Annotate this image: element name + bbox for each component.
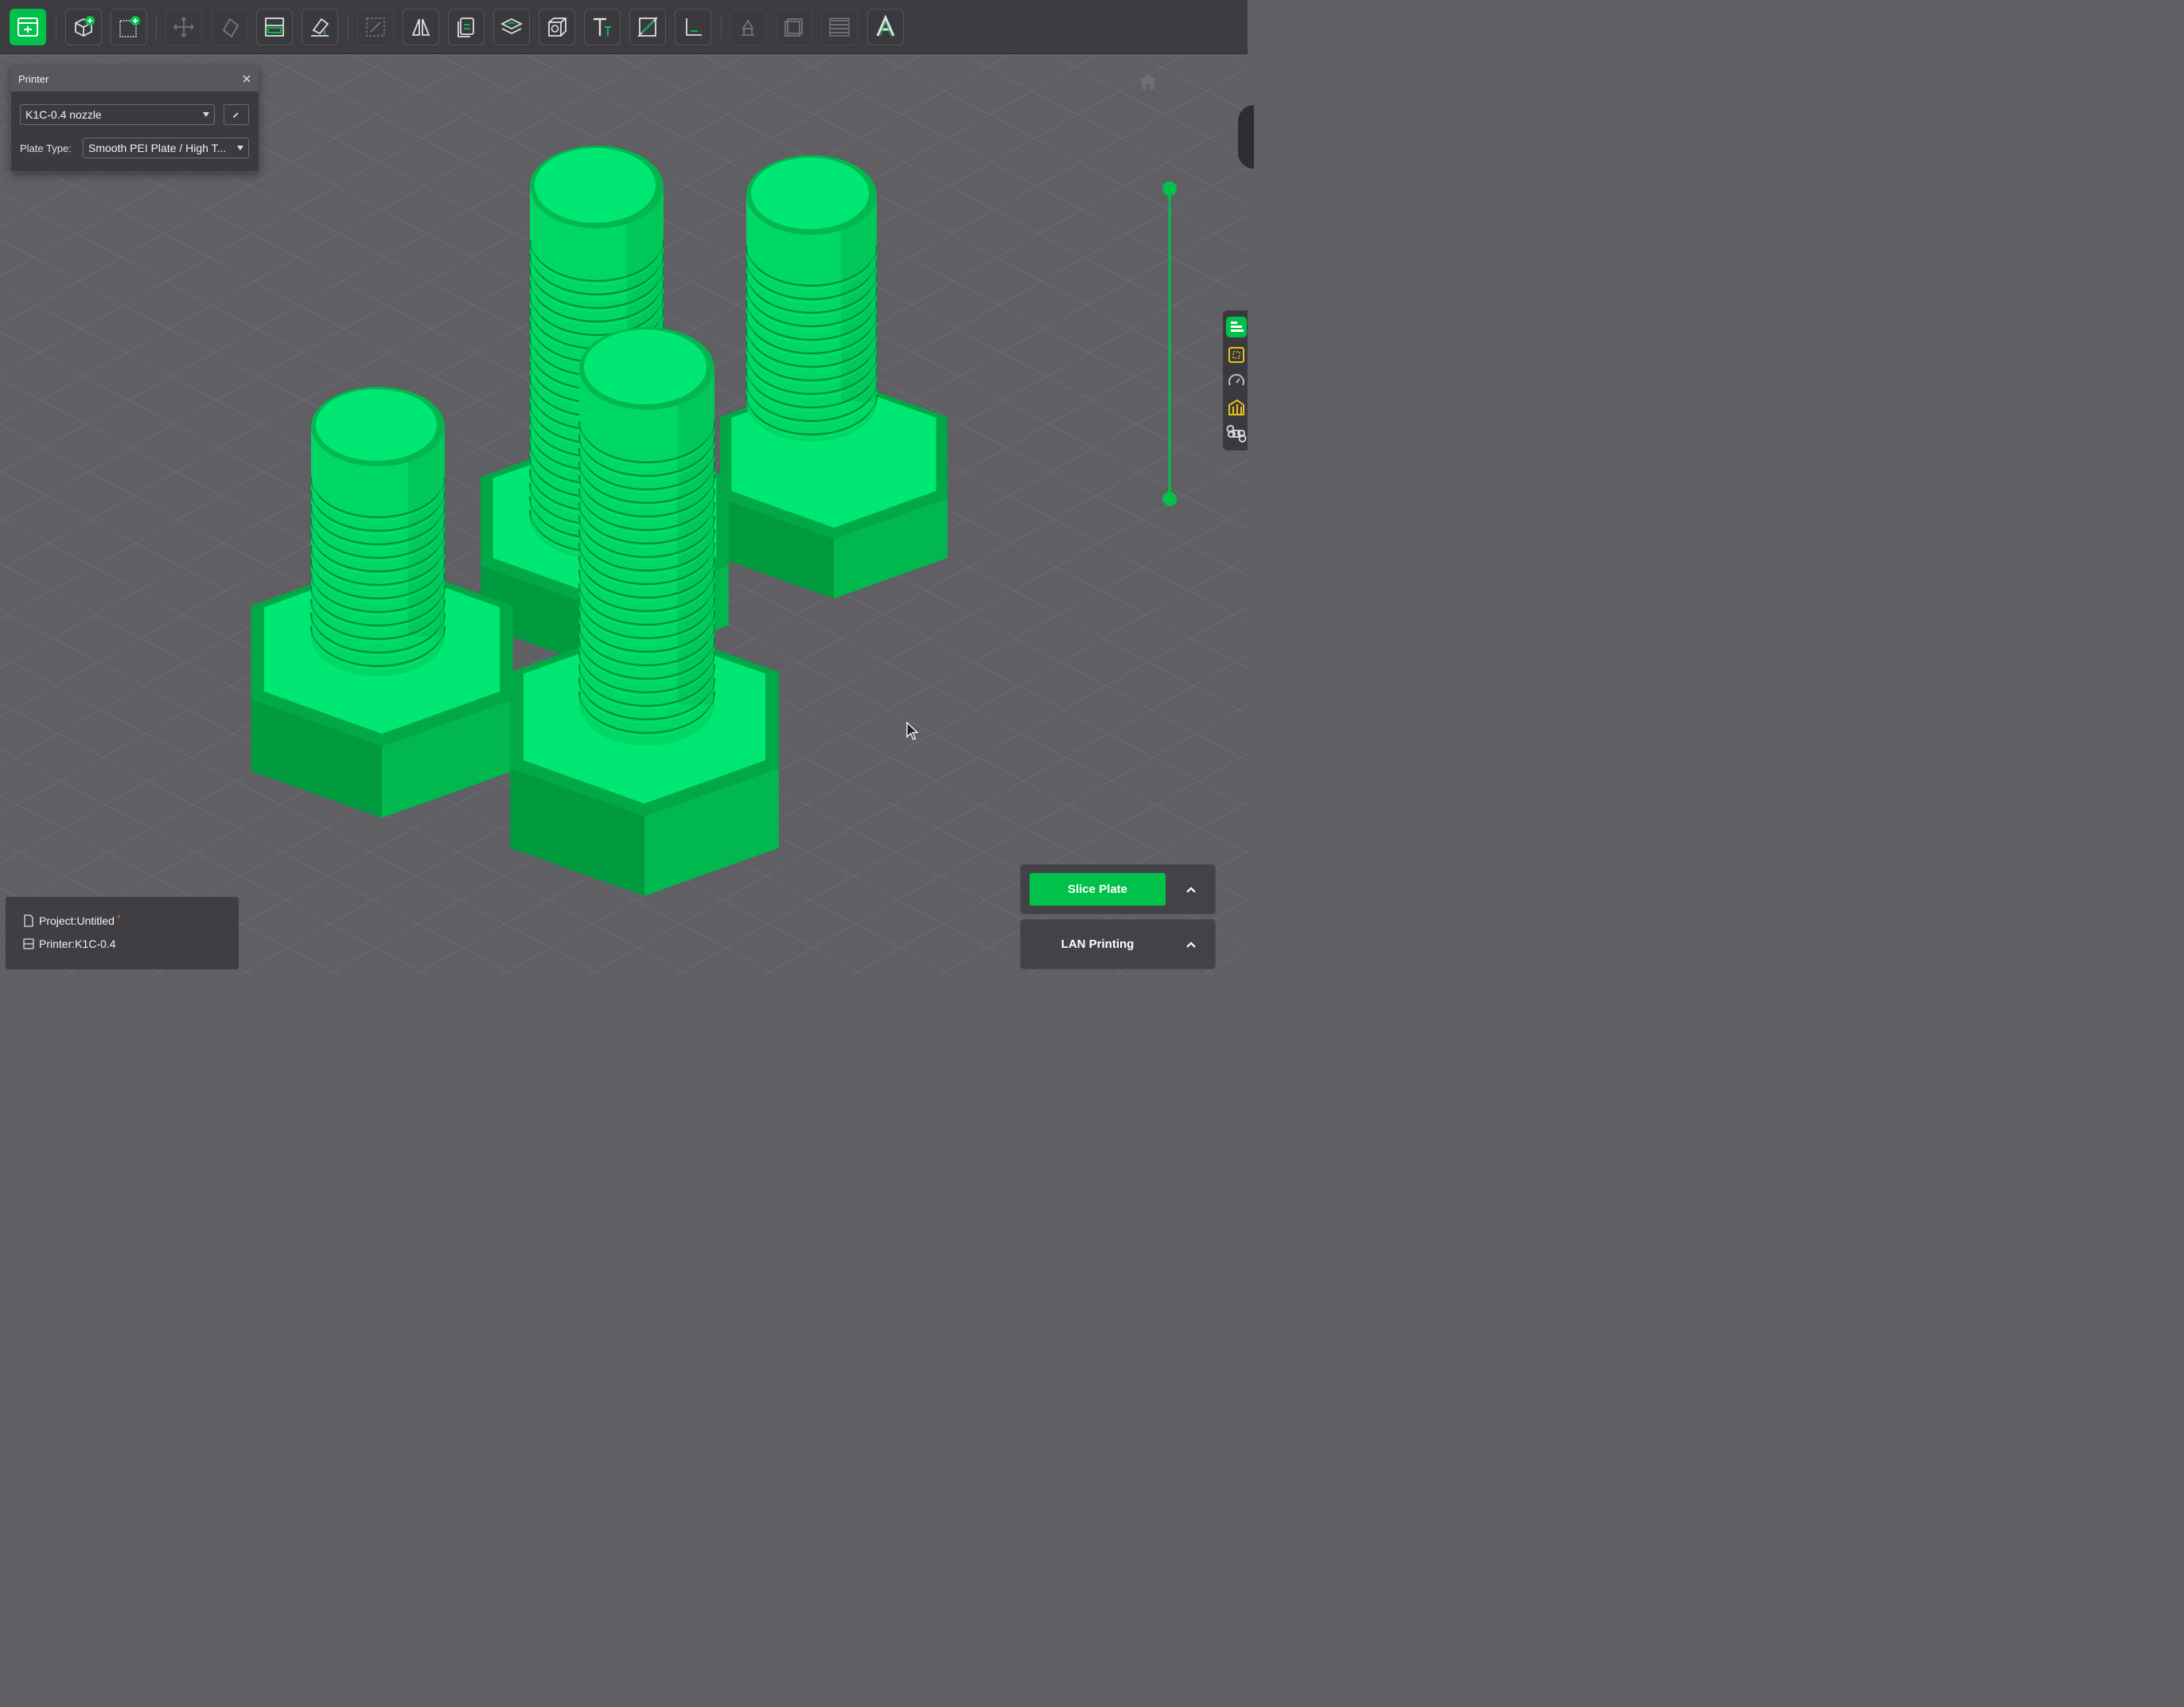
slice-plate-button[interactable]: Slice Plate xyxy=(1030,873,1166,906)
rotate-button[interactable] xyxy=(212,9,248,45)
printer-select[interactable]: K1C-0.4 nozzle xyxy=(20,104,215,125)
plate-type-label: Plate Type: xyxy=(20,142,72,154)
cut-button[interactable] xyxy=(629,9,666,45)
objects-list-icon[interactable] xyxy=(1226,317,1247,337)
support-paint-icon xyxy=(742,19,754,36)
unsaved-marker: * xyxy=(116,913,121,924)
file-icon xyxy=(24,914,33,927)
chevron-up-icon[interactable] xyxy=(1180,937,1202,952)
project-info-panel: Project:Untitled * Printer:K1C-0.4 xyxy=(6,897,239,969)
lay-on-face-button[interactable] xyxy=(302,9,338,45)
plate-bounds-icon[interactable] xyxy=(1226,345,1247,365)
mirror-button[interactable] xyxy=(403,9,439,45)
printer-panel-title: Printer xyxy=(18,72,49,85)
speed-gauge-icon[interactable] xyxy=(1226,371,1247,392)
threaded-shaft[interactable] xyxy=(578,327,716,746)
add-object-button[interactable] xyxy=(65,9,102,45)
arrange-button[interactable] xyxy=(256,9,293,45)
printer-icon xyxy=(23,938,34,949)
printer-panel: Printer K1C-0.4 nozzle Plate Type: Smoot… xyxy=(10,65,259,172)
prepare-view-button[interactable] xyxy=(10,9,46,45)
chevron-down-icon xyxy=(203,112,209,117)
text-icon xyxy=(594,18,611,36)
layer-range-slider[interactable] xyxy=(1160,180,1179,508)
threaded-shaft[interactable] xyxy=(745,155,878,442)
scale-icon xyxy=(366,18,385,37)
lan-printing-button[interactable]: LAN Printing xyxy=(1030,928,1166,961)
home-icon[interactable] xyxy=(1138,72,1158,91)
add-plate-button[interactable] xyxy=(111,9,147,45)
lay-on-face-icon xyxy=(311,18,329,37)
mirror-icon xyxy=(411,18,430,36)
copy-button[interactable] xyxy=(448,9,485,45)
close-icon[interactable] xyxy=(242,74,251,84)
auto-orient-button[interactable] xyxy=(493,9,530,45)
command-key-icon[interactable] xyxy=(1226,423,1247,444)
toolbar-separator xyxy=(156,16,157,38)
pencil-icon xyxy=(232,112,239,119)
project-line: Project:Untitled * xyxy=(23,913,121,927)
seam-paint-button[interactable] xyxy=(776,9,812,45)
measure-button[interactable] xyxy=(675,9,711,45)
move-button[interactable] xyxy=(165,9,202,45)
3d-viewport[interactable] xyxy=(0,54,1248,975)
arrange-icon xyxy=(265,18,284,37)
chevron-up-icon[interactable] xyxy=(1180,883,1202,897)
plate-type-value: Smooth PEI Plate / High T... xyxy=(88,142,227,154)
edit-printer-button[interactable] xyxy=(224,104,249,125)
collapse-sidebar-tab[interactable] xyxy=(1238,105,1254,169)
lan-printing-panel: LAN Printing xyxy=(1020,919,1216,969)
prepare-view-icon xyxy=(18,18,38,37)
move-icon xyxy=(173,17,194,37)
threaded-shaft[interactable] xyxy=(309,387,446,676)
printer-panel-header: Printer xyxy=(11,66,259,92)
support-icon[interactable] xyxy=(1226,397,1247,418)
slider-bottom-handle xyxy=(1162,492,1177,506)
variable-layer-icon xyxy=(829,18,850,37)
scale-button[interactable] xyxy=(357,9,394,45)
top-toolbar xyxy=(0,0,1248,54)
cut-icon xyxy=(637,17,658,37)
printer-name: Printer:K1C-0.4 xyxy=(39,937,116,950)
plate-type-select[interactable]: Smooth PEI Plate / High T... xyxy=(83,138,249,158)
copy-icon xyxy=(457,18,474,37)
emboss-font-icon xyxy=(876,14,895,37)
printer-select-value: K1C-0.4 nozzle xyxy=(25,108,102,121)
chevron-down-icon xyxy=(237,146,243,150)
printer-line: Printer:K1C-0.4 xyxy=(23,937,115,950)
text-button[interactable] xyxy=(584,9,621,45)
hollow-icon xyxy=(548,18,566,37)
rotate-icon xyxy=(222,18,239,38)
slider-top-handle xyxy=(1162,181,1177,196)
seam-paint-icon xyxy=(784,18,803,37)
slice-panel: Slice Plate xyxy=(1020,864,1216,914)
hollow-button[interactable] xyxy=(539,9,575,45)
support-paint-button[interactable] xyxy=(730,9,766,45)
variable-layer-button[interactable] xyxy=(821,9,858,45)
build-plate-scene[interactable] xyxy=(0,54,1248,975)
project-name: Project:Untitled xyxy=(39,914,115,927)
emboss-font-button[interactable] xyxy=(867,9,904,45)
mouse-cursor-icon xyxy=(906,722,919,740)
toolbar-separator xyxy=(721,16,722,38)
add-plate-icon xyxy=(119,16,140,37)
auto-orient-icon xyxy=(500,18,524,35)
add-object-icon xyxy=(75,16,95,37)
measure-icon xyxy=(686,18,702,36)
view-side-panel xyxy=(1223,310,1248,450)
